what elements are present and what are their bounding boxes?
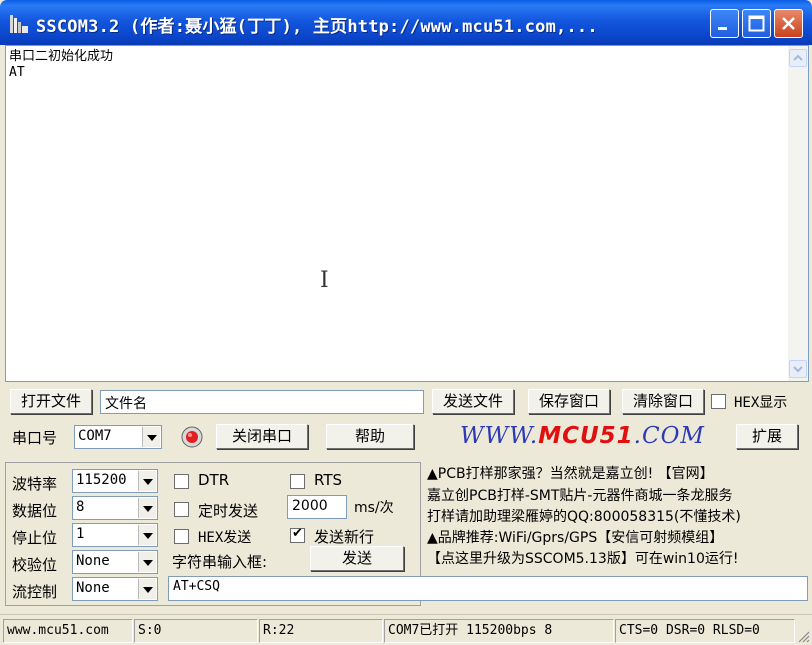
port-select-value: COM7 — [78, 428, 112, 444]
dtr-label: DTR — [198, 471, 230, 489]
interval-field[interactable]: 2000 — [287, 495, 347, 519]
text-cursor-icon: I — [320, 268, 329, 293]
interval-unit-label: ms/次 — [354, 500, 394, 516]
ad-line[interactable]: ▲品牌推荐:WiFi/Gprs/GPS【安信可射频模组】 — [427, 527, 723, 547]
file-name-field[interactable]: 文件名 — [100, 390, 424, 414]
help-button[interactable]: 帮助 — [326, 424, 414, 449]
hex-display-label: HEX显示 — [734, 395, 788, 411]
brand-mid: MCU51 — [538, 423, 634, 449]
stopbits-select[interactable]: 1 — [72, 523, 158, 547]
receive-text: 串口二初始化成功 AT — [9, 49, 114, 80]
dtr-checkbox[interactable] — [174, 474, 189, 489]
minimize-button[interactable] — [710, 9, 739, 38]
status-site[interactable]: www.mcu51.com — [3, 619, 133, 643]
databits-select[interactable]: 8 — [72, 496, 158, 520]
hex-display-checkbox[interactable] — [711, 394, 726, 409]
send-button[interactable]: 发送 — [310, 546, 404, 571]
flow-select[interactable]: None — [72, 577, 158, 601]
port-select[interactable]: COM7 — [74, 425, 162, 449]
chevron-down-icon — [138, 471, 156, 491]
brand-logo[interactable]: WWW.MCU51.COM — [460, 423, 705, 449]
flow-label: 流控制 — [12, 583, 58, 601]
close-port-button[interactable]: 关闭串口 — [216, 424, 308, 449]
ad-line[interactable]: 嘉立创PCB打样-SMT贴片-元器件商城一条龙服务 — [427, 485, 732, 505]
timed-send-label: 定时发送 — [198, 502, 259, 520]
minimize-icon — [718, 27, 727, 30]
app-icon — [10, 15, 28, 33]
brand-prefix: WWW. — [460, 423, 539, 449]
window-title: SSCOM3.2 (作者:聂小猛(丁丁), 主页http://www.mcu51… — [36, 17, 598, 37]
brand-suffix: .COM — [633, 423, 705, 449]
status-bar: www.mcu51.com S:0 R:22 COM7已打开 115200bps… — [0, 614, 812, 645]
send-newline-label: 发送新行 — [314, 528, 375, 546]
chevron-down-icon — [138, 552, 156, 572]
status-sent-count: S:0 — [134, 619, 258, 643]
clear-window-button[interactable]: 清除窗口 — [622, 389, 704, 414]
chevron-up-icon — [793, 54, 803, 61]
expand-button[interactable]: 扩展 — [736, 424, 798, 449]
scroll-up-button[interactable] — [789, 49, 807, 67]
resize-grip-icon[interactable] — [797, 630, 810, 643]
timed-send-checkbox[interactable] — [174, 502, 189, 517]
status-received-count: R:22 — [259, 619, 383, 643]
baud-select[interactable]: 115200 — [72, 469, 158, 493]
send-file-button[interactable]: 发送文件 — [432, 389, 514, 414]
ad-panel[interactable]: ▲PCB打样那家强？当然就是嘉立创! 【官网】 嘉立创PCB打样-SMT贴片-元… — [423, 462, 806, 572]
parity-label: 校验位 — [12, 556, 58, 574]
send-newline-checkbox[interactable] — [290, 526, 305, 543]
parity-select[interactable]: None — [72, 550, 158, 574]
baud-label: 波特率 — [12, 475, 58, 493]
databits-select-value: 8 — [76, 499, 85, 515]
chevron-down-icon — [142, 427, 160, 447]
parity-select-value: None — [76, 553, 110, 569]
stopbits-label: 停止位 — [12, 529, 58, 547]
status-port-state: COM7已打开 115200bps 8 — [384, 619, 614, 643]
stopbits-select-value: 1 — [76, 526, 85, 542]
rts-label: RTS — [314, 471, 343, 489]
baud-select-value: 115200 — [76, 472, 127, 488]
ad-line[interactable]: ▲PCB打样那家强？当然就是嘉立创! 【官网】 — [427, 463, 714, 483]
send-input[interactable]: AT+CSQ — [168, 576, 808, 601]
input-box-label: 字符串输入框: — [172, 553, 268, 571]
chevron-down-icon — [138, 579, 156, 599]
ad-line[interactable]: 【点这里升级为SSCOM5.13版】可在win10运行! — [427, 548, 738, 568]
chevron-down-icon — [138, 498, 156, 518]
scroll-down-button[interactable] — [789, 360, 807, 378]
hex-send-label: HEX发送 — [198, 530, 252, 546]
receive-area[interactable]: 串口二初始化成功 AT I — [5, 45, 809, 382]
flow-select-value: None — [76, 580, 110, 596]
status-line-signals: CTS=0 DSR=0 RLSD=0 — [615, 619, 795, 643]
port-status-led-icon — [181, 426, 203, 448]
close-icon — [782, 17, 795, 30]
ad-line[interactable]: 打样请加助理梁雁婷的QQ:800058315(不懂技术) — [427, 506, 741, 526]
receive-scrollbar[interactable] — [788, 46, 808, 381]
maximize-button[interactable] — [742, 9, 771, 38]
title-bar[interactable]: SSCOM3.2 (作者:聂小猛(丁丁), 主页http://www.mcu51… — [0, 0, 812, 45]
hex-send-checkbox[interactable] — [174, 529, 189, 544]
maximize-icon — [748, 15, 765, 32]
databits-label: 数据位 — [12, 502, 58, 520]
close-button[interactable] — [774, 9, 803, 38]
port-label: 串口号 — [12, 429, 58, 447]
open-file-button[interactable]: 打开文件 — [10, 389, 92, 414]
rts-checkbox[interactable] — [290, 474, 305, 489]
chevron-down-icon — [138, 525, 156, 545]
chevron-down-icon — [793, 366, 803, 373]
save-window-button[interactable]: 保存窗口 — [528, 389, 610, 414]
